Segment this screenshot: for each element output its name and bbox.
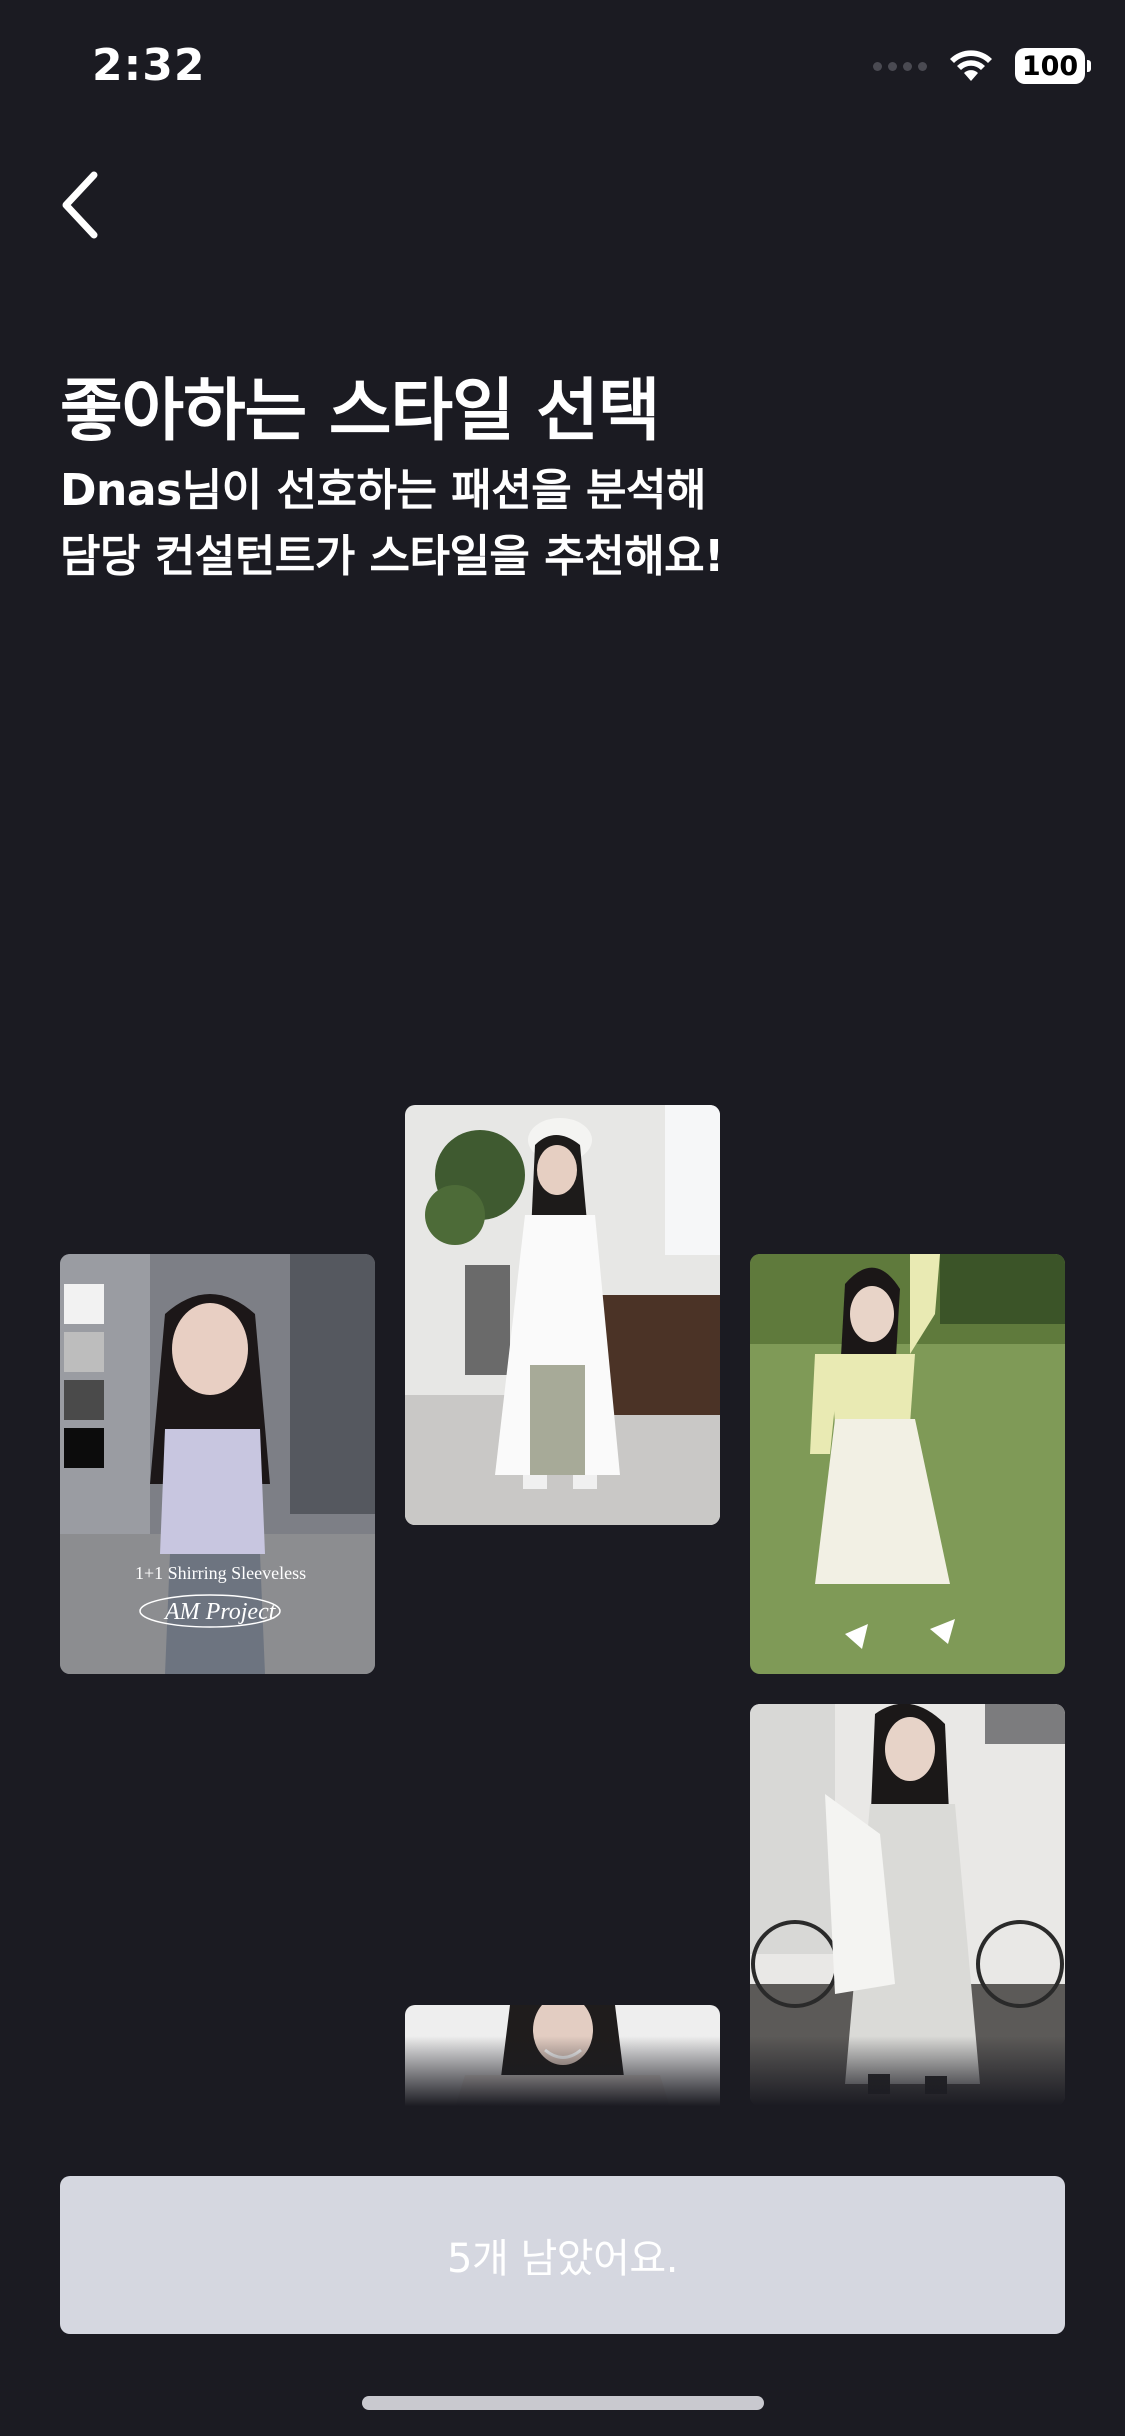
style-photo-4-image — [750, 1254, 1065, 1674]
style-photo-2-image — [405, 1105, 720, 1525]
page-subtitle: Dnas님이 선호하는 패션을 분석해 담당 컨설턴트가 스타일을 추천해요! — [60, 458, 724, 590]
style-photo-4[interactable] — [750, 1254, 1065, 1674]
status-icons: 100 — [873, 48, 1091, 84]
photo-1-caption-2: AM Project — [163, 1599, 277, 1625]
photo-1-caption-1: 1+1 Shirring Sleeveless — [135, 1563, 306, 1583]
style-photo-5-image — [750, 1704, 1065, 2106]
style-photo-1[interactable]: 1+1 Shirring Sleeveless AM Project — [60, 1254, 375, 1674]
remaining-count-button[interactable]: 5개 남았어요. — [60, 2176, 1065, 2334]
style-photo-grid: 1+1 Shirring Sleeveless AM Project — [0, 1080, 1125, 2106]
cellular-signal-icon — [873, 61, 927, 71]
style-photo-3-image — [405, 2005, 720, 2106]
battery-icon: 100 — [1015, 48, 1091, 84]
back-button[interactable] — [52, 165, 112, 245]
page-title: 좋아하는 스타일 선택 — [60, 372, 660, 451]
home-indicator — [362, 2396, 764, 2410]
style-photo-5[interactable] — [750, 1704, 1065, 2106]
style-photo-3[interactable] — [405, 2005, 720, 2106]
subtitle-line-2: 담당 컨설턴트가 스타일을 추천해요! — [60, 531, 724, 582]
style-photo-1-image: 1+1 Shirring Sleeveless AM Project — [60, 1254, 375, 1674]
style-photo-2[interactable] — [405, 1105, 720, 1525]
status-time: 2:32 — [92, 40, 206, 91]
subtitle-line-1: Dnas님이 선호하는 패션을 분석해 — [60, 465, 706, 516]
screen: 2:32 100 좋아하는 스타일 선택 Dnas님이 선호하는 패션을 분석해… — [0, 0, 1125, 2436]
chevron-left-icon — [62, 171, 98, 239]
wifi-icon — [950, 50, 992, 81]
